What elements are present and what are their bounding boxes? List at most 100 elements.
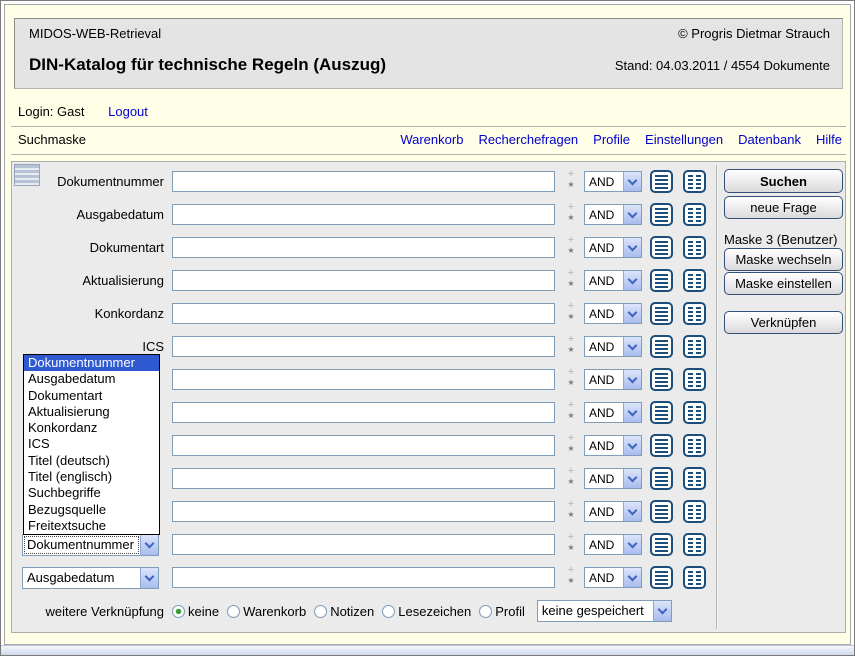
index-list-button[interactable] — [650, 203, 673, 226]
operator-select[interactable]: AND — [584, 468, 642, 489]
search-term-input[interactable] — [172, 369, 555, 390]
index-list-button[interactable] — [650, 170, 673, 193]
index-columns-button[interactable] — [683, 566, 706, 589]
index-list-button[interactable] — [650, 533, 673, 556]
radio-keine[interactable]: keine — [172, 604, 219, 619]
index-columns-button[interactable] — [683, 533, 706, 556]
field-select[interactable]: Ausgabedatum — [22, 567, 159, 589]
search-term-input[interactable] — [172, 501, 555, 522]
index-columns-button[interactable] — [683, 170, 706, 193]
index-columns-button[interactable] — [683, 467, 706, 490]
search-term-input[interactable] — [172, 237, 555, 258]
operator-select[interactable]: AND — [584, 534, 642, 555]
index-columns-button[interactable] — [683, 401, 706, 424]
index-list-button[interactable] — [650, 434, 673, 457]
index-columns-button[interactable] — [683, 302, 706, 325]
bottom-scroll-strip[interactable] — [1, 645, 854, 655]
dropdown-option-bezugsquelle[interactable]: Bezugsquelle — [24, 502, 159, 518]
index-list-button[interactable] — [650, 500, 673, 523]
operator-select[interactable]: AND — [584, 567, 642, 588]
chevron-down-icon[interactable] — [623, 370, 641, 389]
operator-select[interactable]: AND — [584, 171, 642, 192]
radio-warenkorb[interactable]: Warenkorb — [227, 604, 306, 619]
chevron-down-icon[interactable] — [623, 535, 641, 554]
dropdown-option-dokumentart[interactable]: Dokumentart — [24, 388, 159, 404]
chevron-down-icon[interactable] — [623, 238, 641, 257]
dropdown-option-freitextsuche[interactable]: Freitextsuche — [24, 518, 159, 534]
chevron-down-icon[interactable] — [140, 535, 158, 555]
nav-link-profile[interactable]: Profile — [593, 132, 630, 147]
radio-notizen[interactable]: Notizen — [314, 604, 374, 619]
operator-select[interactable]: AND — [584, 435, 642, 456]
nav-link-hilfe[interactable]: Hilfe — [816, 132, 842, 147]
chevron-down-icon[interactable] — [623, 502, 641, 521]
index-columns-button[interactable] — [683, 368, 706, 391]
operator-select[interactable]: AND — [584, 369, 642, 390]
dropdown-option-suchbegriffe[interactable]: Suchbegriffe — [24, 485, 159, 501]
nav-link-einstellungen[interactable]: Einstellungen — [645, 132, 723, 147]
dropdown-option-ics[interactable]: ICS — [24, 436, 159, 452]
operator-select[interactable]: AND — [584, 336, 642, 357]
chevron-down-icon[interactable] — [623, 436, 641, 455]
index-columns-button[interactable] — [683, 434, 706, 457]
chevron-down-icon[interactable] — [140, 568, 158, 588]
dropdown-option-titel-englisch[interactable]: Titel (englisch) — [24, 469, 159, 485]
index-list-button[interactable] — [650, 467, 673, 490]
index-columns-button[interactable] — [683, 203, 706, 226]
radio-profil[interactable]: Profil — [479, 604, 525, 619]
nav-link-warenkorb[interactable]: Warenkorb — [400, 132, 463, 147]
search-term-input[interactable] — [172, 402, 555, 423]
search-term-input[interactable] — [172, 336, 555, 357]
dropdown-option-ausgabedatum[interactable]: Ausgabedatum — [24, 371, 159, 387]
search-term-input[interactable] — [172, 534, 555, 555]
index-list-button[interactable] — [650, 401, 673, 424]
field-dropdown-list[interactable]: DokumentnummerAusgabedatumDokumentartAkt… — [23, 354, 160, 535]
operator-select[interactable]: AND — [584, 237, 642, 258]
index-list-button[interactable] — [650, 566, 673, 589]
search-term-input[interactable] — [172, 270, 555, 291]
operator-select[interactable]: AND — [584, 501, 642, 522]
search-term-input[interactable] — [172, 171, 555, 192]
logout-link[interactable]: Logout — [108, 104, 148, 119]
dropdown-option-konkordanz[interactable]: Konkordanz — [24, 420, 159, 436]
verknuepfen-button[interactable]: Verknüpfen — [724, 311, 843, 334]
dropdown-option-dokumentnummer[interactable]: Dokumentnummer — [24, 355, 159, 371]
index-columns-button[interactable] — [683, 335, 706, 358]
search-term-input[interactable] — [172, 204, 555, 225]
search-term-input[interactable] — [172, 468, 555, 489]
index-columns-button[interactable] — [683, 269, 706, 292]
saved-link-select[interactable]: keine gespeichert — [537, 600, 672, 622]
maske-wechseln-button[interactable]: Maske wechseln — [724, 248, 843, 271]
search-term-input[interactable] — [172, 303, 555, 324]
chevron-down-icon[interactable] — [623, 304, 641, 323]
chevron-down-icon[interactable] — [623, 271, 641, 290]
suchen-button[interactable]: Suchen — [724, 169, 843, 193]
index-list-button[interactable] — [650, 302, 673, 325]
search-term-input[interactable] — [172, 567, 555, 588]
chevron-down-icon[interactable] — [623, 337, 641, 356]
field-select[interactable]: Dokumentnummer — [22, 534, 159, 556]
index-list-button[interactable] — [650, 236, 673, 259]
radio-lesezeichen[interactable]: Lesezeichen — [382, 604, 471, 619]
chevron-down-icon[interactable] — [623, 469, 641, 488]
operator-select[interactable]: AND — [584, 303, 642, 324]
nav-link-datenbank[interactable]: Datenbank — [738, 132, 801, 147]
index-list-button[interactable] — [650, 335, 673, 358]
chevron-down-icon[interactable] — [623, 172, 641, 191]
index-columns-button[interactable] — [683, 500, 706, 523]
index-columns-button[interactable] — [683, 236, 706, 259]
dropdown-option-titel-deutsch[interactable]: Titel (deutsch) — [24, 453, 159, 469]
chevron-down-icon[interactable] — [623, 403, 641, 422]
index-list-button[interactable] — [650, 269, 673, 292]
chevron-down-icon[interactable] — [623, 568, 641, 587]
neue-frage-button[interactable]: neue Frage — [724, 196, 843, 219]
search-term-input[interactable] — [172, 435, 555, 456]
index-list-button[interactable] — [650, 368, 673, 391]
nav-link-recherchefragen[interactable]: Recherchefragen — [478, 132, 578, 147]
dropdown-option-aktualisierung[interactable]: Aktualisierung — [24, 404, 159, 420]
operator-select[interactable]: AND — [584, 204, 642, 225]
chevron-down-icon[interactable] — [623, 205, 641, 224]
operator-select[interactable]: AND — [584, 270, 642, 291]
operator-select[interactable]: AND — [584, 402, 642, 423]
maske-einstellen-button[interactable]: Maske einstellen — [724, 272, 843, 295]
